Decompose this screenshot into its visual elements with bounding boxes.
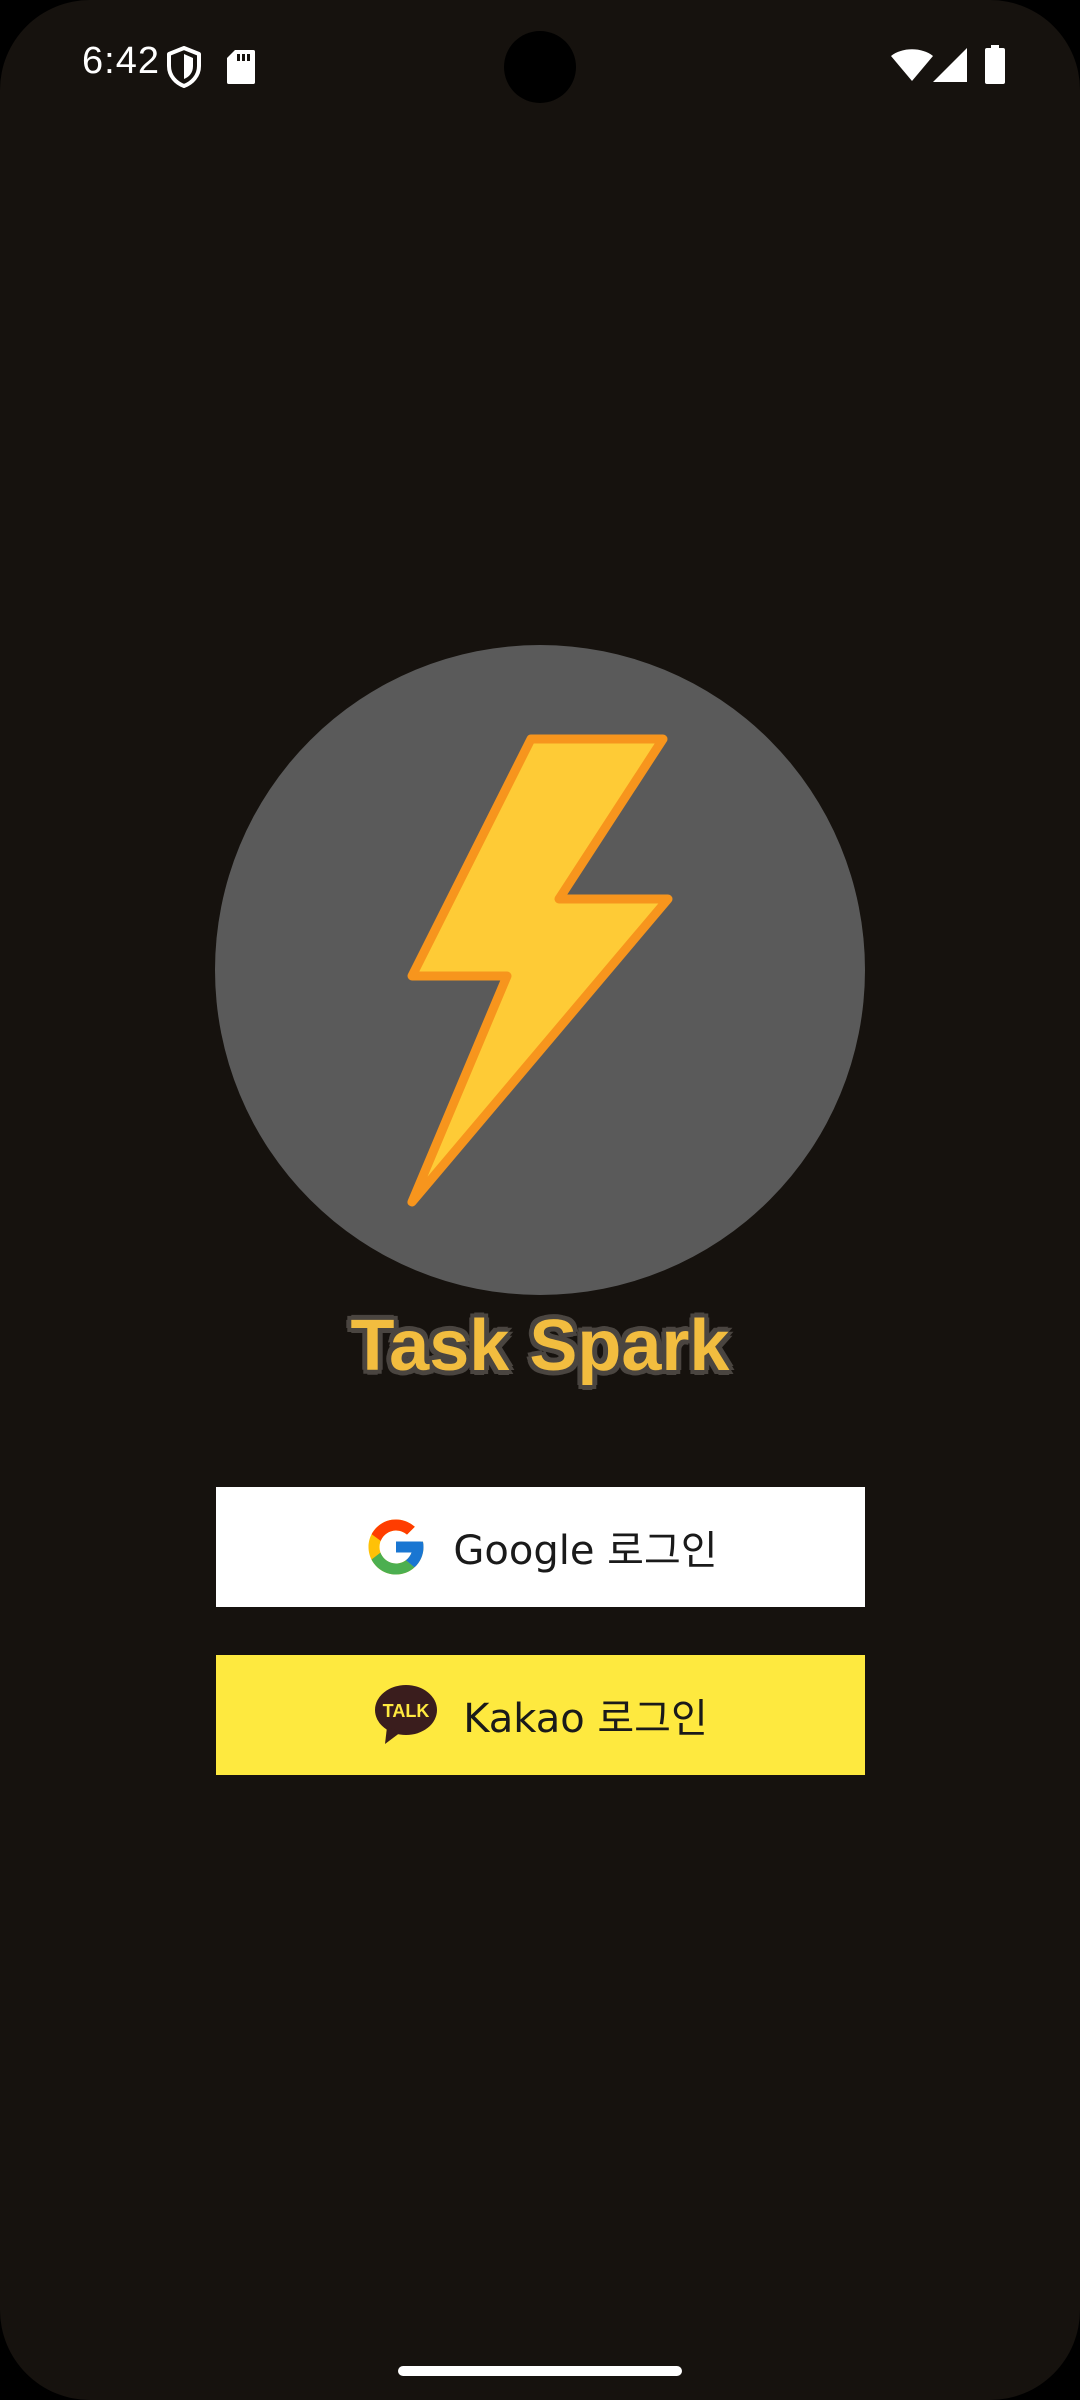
- kakaotalk-icon-text: TALK: [383, 1701, 430, 1721]
- google-g-icon: [368, 1519, 424, 1575]
- login-screen: 6:42 Task Spark Google 로그인 TALK Kakao 로그…: [0, 0, 1080, 2400]
- kakao-login-label: Kakao 로그인: [463, 1696, 708, 1742]
- status-time: 6:42: [82, 40, 160, 82]
- wifi-icon: [891, 49, 933, 81]
- kakaotalk-bubble-icon: TALK: [375, 1685, 438, 1744]
- lightning-bolt-icon: [407, 734, 673, 1207]
- app-title: Task Spark: [350, 1306, 730, 1386]
- status-bar: 6:42: [0, 0, 1080, 130]
- google-login-label: Google 로그인: [453, 1528, 718, 1574]
- kakao-login-button[interactable]: TALK Kakao 로그인: [216, 1655, 865, 1775]
- cellular-signal-icon: [933, 48, 967, 82]
- sd-card-icon: [227, 50, 255, 84]
- battery-icon: [985, 45, 1005, 84]
- shield-icon: [167, 46, 201, 88]
- front-camera: [504, 31, 576, 103]
- google-login-button[interactable]: Google 로그인: [216, 1487, 865, 1607]
- home-indicator[interactable]: [398, 2366, 682, 2376]
